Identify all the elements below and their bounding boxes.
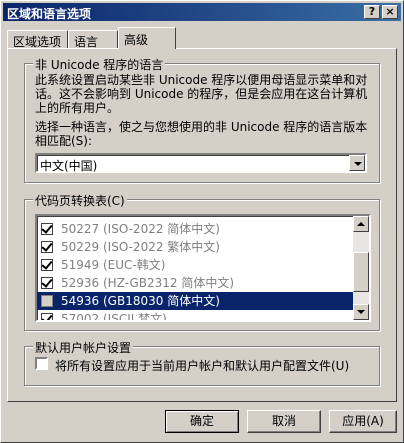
- chevron-down-icon: [354, 162, 362, 166]
- arrow-down-icon: [357, 310, 365, 314]
- default-user-group: 默认用户帐户设置 将所有设置应用于当前用户帐户和默认用户配置文件(U): [24, 339, 380, 386]
- list-item-label: 52936 (HZ-GB2312 简体中文): [61, 276, 235, 290]
- scroll-down-button[interactable]: [353, 304, 369, 320]
- language-select[interactable]: 中文(中国): [35, 153, 367, 173]
- tab-regional-options[interactable]: 区域选项: [7, 30, 68, 49]
- scroll-up-button[interactable]: [353, 216, 369, 232]
- apply-button[interactable]: 应用(A): [329, 410, 397, 433]
- check-icon: [41, 222, 53, 234]
- vertical-scrollbar[interactable]: [353, 216, 369, 320]
- scroll-thumb[interactable]: [353, 252, 369, 292]
- close-button[interactable]: ×: [382, 5, 398, 19]
- list-item-checkbox[interactable]: [41, 312, 53, 320]
- list-item-checkbox[interactable]: [41, 258, 53, 271]
- arrow-up-icon: [357, 222, 365, 226]
- list-item-checkbox[interactable]: [41, 240, 53, 253]
- list-item-label: 54936 (GB18030 简体中文): [61, 294, 220, 308]
- non-unicode-prompt: 选择一种语言，使之与您想使用的非 Unicode 程序的语言版本相匹配(S):: [35, 120, 368, 148]
- window-title: 区域和语言选项: [7, 7, 92, 21]
- check-icon: [41, 276, 53, 288]
- dropdown-button[interactable]: [349, 155, 365, 171]
- non-unicode-group-title: 非 Unicode 程序的语言: [33, 56, 166, 73]
- code-page-group: 代码页转换表(C) 50227 (ISO-2022 简体中文) 50229 (I…: [24, 192, 380, 331]
- list-item-selected[interactable]: 54936 (GB18030 简体中文): [37, 292, 355, 310]
- list-item[interactable]: 52936 (HZ-GB2312 简体中文): [37, 274, 355, 292]
- check-icon: [41, 258, 53, 270]
- list-item-label: 51949 (EUC-韩文): [61, 258, 166, 272]
- non-unicode-description: 此系统设置启动某些非 Unicode 程序以便用母语显示菜单和对话。这不会影响到…: [35, 73, 368, 115]
- list-item-checkbox[interactable]: [41, 276, 53, 289]
- check-icon: [41, 240, 53, 252]
- cancel-button[interactable]: 取消: [247, 410, 321, 433]
- default-user-group-title: 默认用户帐户设置: [33, 339, 134, 356]
- list-item[interactable]: 50229 (ISO-2022 繁体中文): [37, 238, 355, 256]
- language-select-value: 中文(中国): [40, 159, 98, 173]
- list-item-label: 50227 (ISO-2022 简体中文): [61, 222, 220, 236]
- non-unicode-group: 非 Unicode 程序的语言 此系统设置启动某些非 Unicode 程序以便用…: [24, 56, 380, 183]
- check-icon: [41, 312, 53, 320]
- list-item-checkbox[interactable]: [41, 295, 53, 307]
- code-page-list[interactable]: 50227 (ISO-2022 简体中文) 50229 (ISO-2022 繁体…: [35, 214, 371, 322]
- list-item-label: 57002 (ISCII 梵文): [61, 312, 167, 322]
- code-page-group-title: 代码页转换表(C): [33, 192, 127, 209]
- list-item[interactable]: 51949 (EUC-韩文): [37, 256, 355, 274]
- ok-button[interactable]: 确定: [165, 410, 239, 433]
- tab-languages[interactable]: 语言: [68, 30, 118, 49]
- tab-advanced[interactable]: 高级: [118, 27, 176, 49]
- title-bar[interactable]: 区域和语言选项 ? ×: [3, 3, 401, 21]
- apply-default-user-checkbox[interactable]: [35, 357, 48, 370]
- apply-default-user-label[interactable]: 将所有设置应用于当前用户帐户和默认用户配置文件(U): [55, 357, 349, 374]
- help-button[interactable]: ?: [364, 5, 380, 19]
- list-item[interactable]: 57002 (ISCII 梵文): [37, 310, 355, 322]
- list-item-checkbox[interactable]: [41, 222, 53, 235]
- list-item[interactable]: 50227 (ISO-2022 简体中文): [37, 220, 355, 238]
- list-item-label: 50229 (ISO-2022 繁体中文): [61, 240, 220, 254]
